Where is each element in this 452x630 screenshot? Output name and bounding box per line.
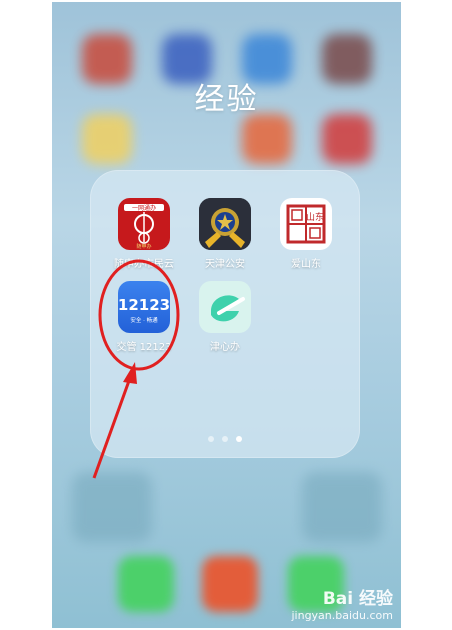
highlight-circle (98, 259, 180, 371)
annotation-overlay (92, 259, 180, 479)
annotation-arrow-shaft (92, 377, 132, 479)
